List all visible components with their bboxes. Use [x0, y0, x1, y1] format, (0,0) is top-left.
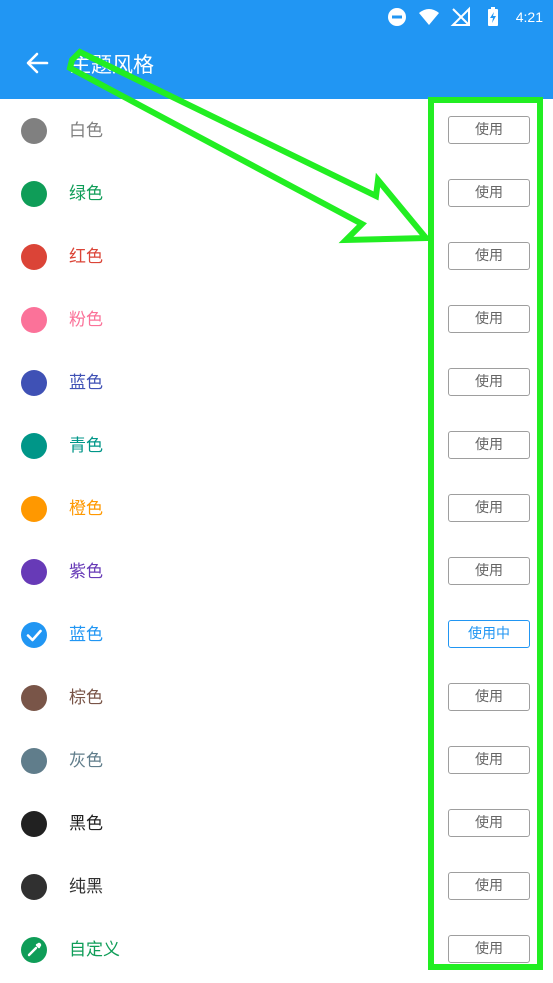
use-button[interactable]: 使用 — [448, 809, 530, 837]
theme-label: 蓝色 — [69, 625, 103, 645]
theme-label: 紫色 — [69, 562, 103, 582]
theme-label: 橙色 — [69, 499, 103, 519]
theme-row[interactable]: 红色 使用 — [0, 225, 553, 288]
eyedropper-icon — [21, 937, 47, 963]
theme-label: 蓝色 — [69, 373, 103, 393]
use-button[interactable]: 使用 — [448, 872, 530, 900]
status-bar: 4:21 — [386, 4, 543, 30]
theme-row[interactable]: 纯黑 使用 — [0, 855, 553, 918]
use-button[interactable]: 使用 — [448, 305, 530, 333]
theme-label: 灰色 — [69, 751, 103, 771]
in-use-button[interactable]: 使用中 — [448, 620, 530, 648]
theme-row[interactable]: 灰色 使用 — [0, 729, 553, 792]
color-swatch — [21, 118, 47, 144]
theme-label: 粉色 — [69, 310, 103, 330]
do-not-disturb-icon — [386, 6, 408, 28]
theme-row[interactable]: 粉色 使用 — [0, 288, 553, 351]
theme-row[interactable]: 棕色 使用 — [0, 666, 553, 729]
color-swatch — [21, 244, 47, 270]
use-button[interactable]: 使用 — [448, 368, 530, 396]
check-icon — [21, 622, 47, 648]
use-button[interactable]: 使用 — [448, 683, 530, 711]
battery-charging-icon — [482, 6, 504, 28]
use-button[interactable]: 使用 — [448, 494, 530, 522]
color-swatch — [21, 433, 47, 459]
color-swatch — [21, 370, 47, 396]
theme-row[interactable]: 绿色 使用 — [0, 162, 553, 225]
use-button[interactable]: 使用 — [448, 935, 530, 963]
page-title: 主题风格 — [70, 53, 154, 77]
theme-row[interactable]: 蓝色 使用 — [0, 351, 553, 414]
color-swatch — [21, 496, 47, 522]
theme-label: 绿色 — [69, 184, 103, 204]
theme-row[interactable]: 蓝色 使用中 — [0, 603, 553, 666]
color-swatch — [21, 559, 47, 585]
status-time: 4:21 — [515, 9, 543, 25]
theme-label: 棕色 — [69, 688, 103, 708]
theme-row[interactable]: 黑色 使用 — [0, 792, 553, 855]
theme-row[interactable]: 青色 使用 — [0, 414, 553, 477]
theme-label: 纯黑 — [69, 877, 103, 897]
color-swatch — [21, 181, 47, 207]
color-swatch — [21, 811, 47, 837]
theme-label: 白色 — [69, 121, 103, 141]
use-button[interactable]: 使用 — [448, 242, 530, 270]
color-swatch — [21, 685, 47, 711]
use-button[interactable]: 使用 — [448, 179, 530, 207]
use-button[interactable]: 使用 — [448, 557, 530, 585]
color-swatch — [21, 874, 47, 900]
theme-label: 自定义 — [69, 940, 120, 960]
no-signal-icon — [450, 6, 472, 28]
back-button[interactable] — [22, 50, 52, 80]
theme-row[interactable]: 橙色 使用 — [0, 477, 553, 540]
wifi-icon — [418, 6, 440, 28]
theme-label: 黑色 — [69, 814, 103, 834]
theme-label: 红色 — [69, 247, 103, 267]
use-button[interactable]: 使用 — [448, 746, 530, 774]
arrow-left-icon — [24, 50, 50, 80]
theme-row[interactable]: 紫色 使用 — [0, 540, 553, 603]
use-button[interactable]: 使用 — [448, 431, 530, 459]
theme-label: 青色 — [69, 436, 103, 456]
use-button[interactable]: 使用 — [448, 116, 530, 144]
app-bar: 4:21 主题风格 — [0, 0, 553, 99]
theme-row[interactable]: 自定义 使用 — [0, 918, 553, 981]
theme-row[interactable]: 白色 使用 — [0, 99, 553, 162]
color-swatch — [21, 307, 47, 333]
color-swatch — [21, 748, 47, 774]
theme-list: 白色 使用 绿色 使用 红色 使用 粉色 使用 蓝色 使用 青色 使用 橙色 使用 紫色 使用 蓝色 使用中 棕色使… — [0, 99, 553, 981]
